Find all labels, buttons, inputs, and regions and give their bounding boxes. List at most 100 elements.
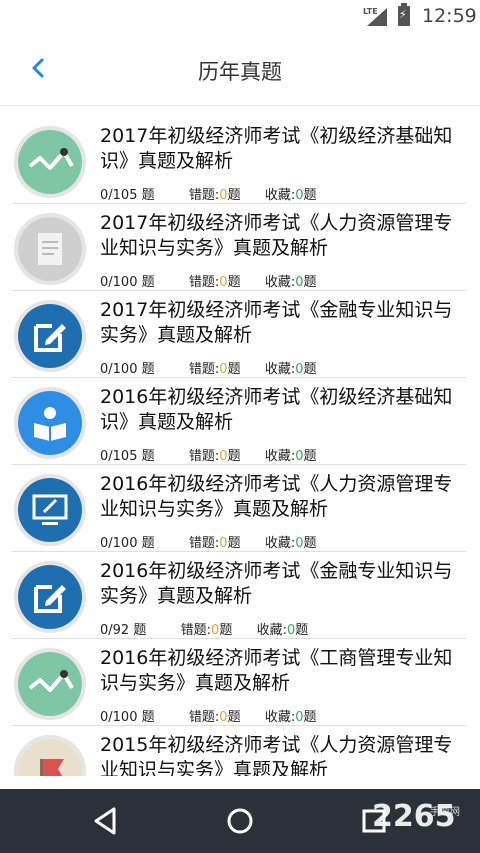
fav-label: 收藏: (264, 188, 296, 203)
wrong-label: 错题: (188, 710, 220, 725)
fav-label: 收藏: (264, 449, 296, 464)
item-progress: 0/100 (100, 275, 138, 290)
flag-icon (14, 735, 86, 776)
wrong-label: 错题: (188, 362, 220, 377)
divider (12, 377, 466, 378)
wrong-label: 错题: (180, 623, 212, 638)
wrong-count: 0 (219, 362, 228, 377)
system-nav-bar: 2265 手游网 (0, 789, 480, 853)
unit-label: 题 (295, 623, 309, 638)
fav-count: 0 (287, 623, 296, 638)
item-title: 2017年初级经济师考试《初级经济基础知识》真题及解析 (100, 125, 453, 172)
unit-label: 题 (141, 536, 155, 551)
exam-list[interactable]: 2017年初级经济师考试《初级经济基础知识》真题及解析 0/105 题 错题:0… (0, 118, 480, 776)
fav-label: 收藏: (256, 623, 287, 638)
item-stats: 0/100 题 错题:0题 收藏:0题 (100, 532, 317, 551)
unit-label: 题 (227, 536, 241, 551)
unit-label: 题 (303, 536, 317, 551)
unit-label: 题 (227, 275, 241, 290)
unit-label: 题 (303, 275, 317, 290)
list-item[interactable]: 2016年初级经济师考试《初级经济基础知识》真题及解析 0/105 题 错题: 0… (0, 379, 480, 465)
fav-count: 0 (295, 362, 304, 377)
divider (12, 725, 466, 726)
fav-count: 0 (295, 536, 304, 551)
divider (12, 638, 466, 639)
unit-label: 题 (303, 362, 317, 377)
signal-icon (367, 8, 387, 26)
chart-line-icon (14, 126, 86, 198)
list-item[interactable]: 2017年初级经济师考试《金融专业知识与实务》真题及解析 0/100 题 错题:… (0, 292, 480, 378)
status-bar: LTE 12:59 (0, 0, 480, 34)
unit-label: 题 (227, 362, 241, 377)
page-title: 历年真题 (198, 60, 282, 84)
status-time: 12:59 (422, 5, 477, 27)
watermark-sub: 手游网 (430, 807, 460, 818)
chart-line-icon (14, 648, 86, 720)
fav-count: 0 (295, 275, 304, 290)
item-stats: 0/105 题 错题:0题 收藏:0题 (100, 445, 317, 464)
wrong-count: 0 (219, 710, 228, 725)
unit-label: 题 (141, 710, 155, 725)
item-title: 2017年初级经济师考试《人力资源管理专业知识与实务》真题及解析 (100, 212, 453, 259)
app-header: 历年真题 (0, 34, 480, 106)
fav-label: 收藏: (264, 275, 296, 290)
item-progress: 0/92 (100, 623, 130, 638)
list-item[interactable]: 2017年初级经济师考试《人力资源管理专业知识与实务》真题及解析 0/100 题… (0, 205, 480, 291)
divider (12, 464, 466, 465)
unit-label: 题 (227, 710, 241, 725)
unit-label: 题 (141, 449, 155, 464)
item-stats: 0/100 题 错题:0题 收藏:0题 (100, 706, 317, 725)
wrong-label: 错题: (188, 275, 220, 290)
list-item[interactable]: 2016年初级经济师考试《工商管理专业知识与实务》真题及解析 0/100 题 错… (0, 640, 480, 726)
monitor-icon (14, 474, 86, 546)
divider (12, 203, 466, 204)
list-item[interactable]: 2017年初级经济师考试《初级经济基础知识》真题及解析 0/105 题 错题:0… (0, 118, 480, 204)
unit-label: 题 (219, 623, 233, 638)
divider (12, 551, 466, 552)
unit-label: 题 (227, 449, 241, 464)
wrong-count: 0 (219, 536, 228, 551)
edit-icon (14, 561, 86, 633)
wrong-label: 错题: (188, 188, 220, 203)
item-title: 2015年初级经济师考试《人力资源管理专业知识与实务》真题及解析 (100, 734, 453, 776)
fav-count: 0 (295, 710, 304, 725)
item-stats: 0/100 题 错题:0题 收藏:0题 (100, 358, 317, 377)
wrong-label: 错题: (188, 536, 220, 551)
wrong-count: 0 (211, 623, 220, 638)
item-title: 2016年初级经济师考试《金融专业知识与实务》真题及解析 (100, 560, 453, 607)
fav-count: 0 (295, 188, 304, 203)
item-progress: 0/105 (100, 449, 138, 464)
item-progress: 0/100 (100, 710, 138, 725)
item-progress: 0/100 (100, 536, 138, 551)
item-stats: 0/92 题 错题:0题 收藏:0题 (100, 619, 308, 638)
fav-label: 收藏: (264, 710, 296, 725)
item-progress: 0/100 (100, 362, 138, 377)
battery-icon (398, 3, 410, 26)
unit-label: 题 (133, 623, 147, 638)
wrong-count: 0 (219, 188, 228, 203)
item-title: 2016年初级经济师考试《工商管理专业知识与实务》真题及解析 (100, 647, 453, 694)
unit-label: 题 (227, 188, 241, 203)
reader-icon (14, 387, 86, 459)
wrong-label: 错题: (188, 449, 220, 464)
unit-label: 题 (141, 362, 155, 377)
list-item[interactable]: 2016年初级经济师考试《金融专业知识与实务》真题及解析 0/92 题 错题:0… (0, 553, 480, 639)
fav-label: 收藏: (264, 536, 296, 551)
item-title: 2016年初级经济师考试《初级经济基础知识》真题及解析 (100, 386, 453, 433)
wrong-count: 0 (219, 275, 228, 290)
item-title: 2016年初级经济师考试《人力资源管理专业知识与实务》真题及解析 (100, 473, 453, 520)
item-stats: 0/100 题 错题:0题 收藏:0题 (100, 271, 317, 290)
divider (12, 290, 466, 291)
fav-count: 0 (295, 449, 304, 464)
nav-back-icon[interactable] (88, 803, 124, 839)
edit-icon (14, 300, 86, 372)
nav-home-icon[interactable] (222, 803, 258, 839)
item-progress: 0/105 (100, 188, 138, 203)
fav-label: 收藏: (264, 362, 296, 377)
unit-label: 题 (141, 188, 155, 203)
list-item[interactable]: 2016年初级经济师考试《人力资源管理专业知识与实务》真题及解析 0/100 题… (0, 466, 480, 552)
unit-label: 题 (303, 449, 317, 464)
list-item[interactable]: 2015年初级经济师考试《人力资源管理专业知识与实务》真题及解析 (0, 727, 480, 776)
unit-label: 题 (303, 710, 317, 725)
unit-label: 题 (303, 188, 317, 203)
